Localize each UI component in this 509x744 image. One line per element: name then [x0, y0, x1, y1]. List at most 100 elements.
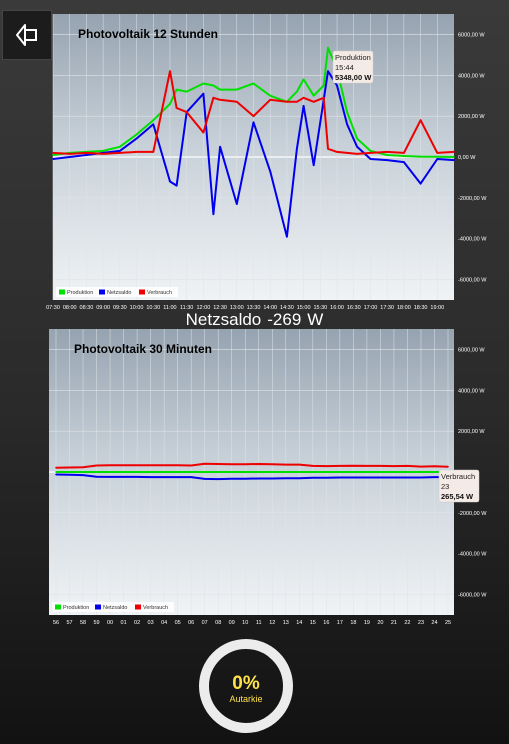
y-tick-label: 6000,00 W — [458, 347, 485, 353]
data-point-netzsaldo — [122, 476, 125, 478]
data-point-verbrauch — [52, 152, 54, 154]
data-point-produktion — [176, 471, 179, 473]
data-point-netzsaldo — [298, 477, 301, 480]
data-point-verbrauch — [136, 464, 138, 467]
data-point-produktion — [403, 155, 405, 157]
data-point-verbrauch — [163, 464, 165, 467]
data-point-verbrauch — [55, 466, 57, 469]
data-point-netzsaldo — [163, 476, 165, 478]
data-point-verbrauch — [271, 463, 274, 466]
data-point-netzsaldo — [109, 476, 111, 478]
data-point-verbrauch — [286, 101, 288, 103]
x-tick-label: 09 — [229, 620, 235, 626]
x-tick-label: 14 — [296, 620, 302, 626]
data-point-verbrauch — [453, 151, 455, 153]
x-tick-label: 10 — [242, 620, 248, 626]
data-point-netzsaldo — [339, 476, 341, 479]
data-point-produktion — [346, 111, 348, 113]
data-point-produktion — [52, 154, 54, 156]
x-tick-label: 04 — [161, 620, 167, 626]
data-point-netzsaldo — [203, 478, 206, 480]
data-point-netzsaldo — [352, 476, 355, 479]
tooltip-value: 5348,00 W — [335, 73, 372, 82]
data-point-produktion — [322, 84, 325, 87]
back-button[interactable] — [2, 10, 52, 60]
tooltip-series: Verbrauch — [441, 472, 475, 481]
autarkie-label: Autarkie — [229, 694, 263, 704]
data-point-verbrauch — [379, 465, 382, 467]
data-point-verbrauch — [95, 464, 98, 467]
data-point-produktion — [419, 155, 422, 158]
data-point-verbrauch — [252, 115, 255, 117]
data-point-produktion — [190, 471, 192, 473]
data-point-produktion — [312, 94, 315, 97]
netzsaldo-label: Netzsaldo — [185, 310, 262, 329]
data-point-netzsaldo — [236, 203, 238, 205]
data-point-netzsaldo — [420, 476, 422, 479]
data-point-netzsaldo — [68, 156, 71, 158]
legend-label-produktion: Produktion — [67, 290, 93, 296]
data-point-verbrauch — [322, 97, 325, 99]
data-point-verbrauch — [68, 466, 71, 469]
y-tick-label: 2000,00 W — [458, 114, 485, 120]
data-point-produktion — [447, 471, 449, 473]
data-point-verbrauch — [212, 97, 215, 99]
data-point-netzsaldo — [302, 105, 305, 107]
data-point-netzsaldo — [85, 154, 88, 156]
data-point-produktion — [102, 150, 104, 152]
data-point-produktion — [135, 133, 138, 136]
data-point-netzsaldo — [393, 476, 395, 479]
data-point-verbrauch — [219, 99, 221, 101]
y-tick-label: -2000,00 W — [458, 196, 487, 202]
chart-12h: 6000,00 W 4000,00 W 2000,00 W 0,00 W -2000,0… — [46, 14, 487, 311]
legend-label-netzsaldo: Netzsaldo — [107, 290, 131, 296]
data-point-netzsaldo — [436, 158, 439, 160]
data-point-netzsaldo — [244, 477, 246, 480]
data-point-verbrauch — [85, 152, 88, 154]
data-point-verbrauch — [403, 152, 405, 154]
data-point-produktion — [212, 84, 215, 87]
series-netzsaldo — [55, 473, 448, 481]
x-tick-label: 22 — [404, 620, 410, 626]
x-tick-label: 07 — [202, 620, 208, 626]
autarkie-text: 0% Autarkie — [198, 674, 294, 705]
x-tick-label: 25 — [445, 620, 451, 626]
data-point-verbrauch — [447, 465, 449, 468]
x-tick-label: 16 — [323, 620, 329, 626]
data-point-netzsaldo — [169, 180, 171, 183]
data-point-produktion — [244, 471, 246, 473]
data-point-produktion — [252, 82, 255, 85]
x-tick-label: 05 — [175, 620, 181, 626]
y-tick-label: -4000,00 W — [458, 552, 487, 558]
series-verbrauch — [55, 462, 449, 469]
data-point-netzsaldo — [356, 146, 358, 148]
data-point-netzsaldo — [152, 123, 155, 126]
x-tick-label: 20 — [377, 620, 383, 626]
data-point-produktion — [109, 471, 111, 473]
data-point-produktion — [119, 146, 121, 148]
data-point-produktion — [169, 103, 171, 105]
x-tick-label: 12 — [269, 620, 275, 626]
data-point-verbrauch — [436, 152, 439, 154]
data-point-produktion — [230, 471, 233, 473]
data-point-verbrauch — [302, 97, 305, 99]
legend-swatch-netzsaldo — [99, 289, 105, 295]
legend-label-netzsaldo: Netzsaldo — [103, 605, 127, 611]
y-tick-label: -4000,00 W — [458, 237, 487, 243]
data-point-netzsaldo — [406, 476, 409, 479]
data-point-netzsaldo — [252, 121, 255, 124]
data-point-produktion — [175, 88, 178, 91]
data-point-netzsaldo — [285, 477, 287, 480]
data-point-produktion — [269, 94, 272, 97]
data-point-verbrauch — [102, 153, 104, 155]
netzsaldo-unit: W — [307, 310, 324, 329]
legend-swatch-verbrauch — [139, 289, 145, 295]
y-tick-label: -6000,00 W — [458, 593, 487, 599]
data-point-netzsaldo — [212, 213, 215, 215]
data-point-netzsaldo — [366, 476, 368, 479]
x-tick-label: 06 — [188, 620, 194, 626]
data-point-produktion — [82, 471, 84, 473]
y-tick-label: 6000,00 W — [458, 32, 485, 38]
x-tick-label: 58 — [80, 620, 86, 626]
data-point-produktion — [55, 471, 57, 473]
